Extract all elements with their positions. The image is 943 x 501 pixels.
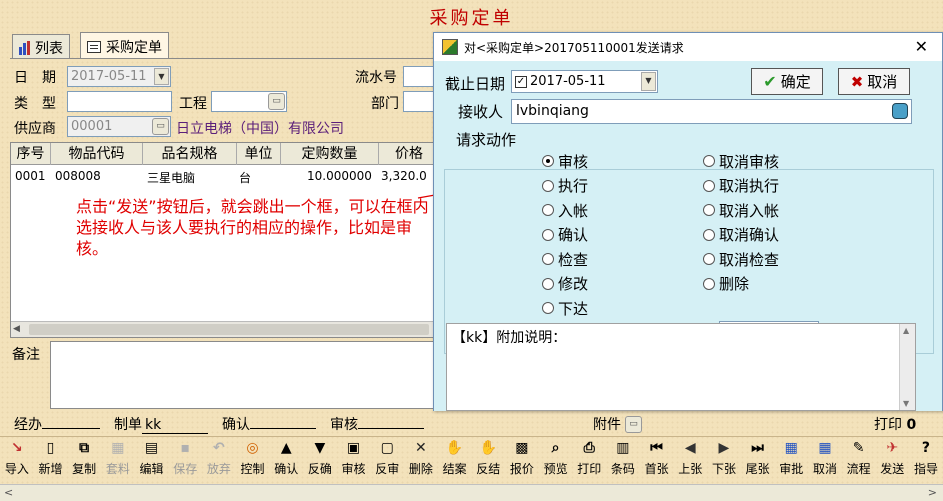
radio-action[interactable]: 修改 xyxy=(542,272,588,297)
radio-action[interactable]: 确认 xyxy=(542,223,588,248)
receiver-label: 接收人 xyxy=(458,103,504,121)
close-icon[interactable]: ✕ xyxy=(915,37,928,56)
confirm-button-label: 确定 xyxy=(780,73,811,91)
radio-button[interactable] xyxy=(703,228,715,241)
note-text: 【kk】附加说明： xyxy=(452,330,567,346)
radio-label: 修改 xyxy=(558,275,589,294)
radio-action[interactable]: 审核 xyxy=(542,149,588,174)
dialog-title: 对<采购定单>201705110001发送请求 xyxy=(464,40,684,55)
radio-action[interactable]: 检查 xyxy=(542,247,588,272)
receiver-field[interactable]: lvbinqiang xyxy=(511,99,912,124)
check-icon: ✔ xyxy=(763,72,777,91)
radio-button[interactable] xyxy=(542,277,554,290)
actions-left-column: 审核执行入帐确认检查修改下达 xyxy=(542,149,588,321)
radio-label: 执行 xyxy=(558,177,589,196)
note-field[interactable]: 【kk】附加说明： ▲ ▼ xyxy=(446,323,916,411)
radio-button[interactable] xyxy=(542,253,554,266)
note-vertical-scrollbar[interactable]: ▲ ▼ xyxy=(899,324,915,410)
radio-action[interactable]: 执行 xyxy=(542,174,588,199)
radio-label: 下达 xyxy=(558,299,589,318)
deadline-field[interactable]: ✓ 2017-05-11 ▼ xyxy=(511,70,658,93)
radio-label: 取消检查 xyxy=(719,250,780,269)
radio-action[interactable]: 取消确认 xyxy=(703,223,779,248)
radio-label: 审核 xyxy=(558,152,589,171)
radio-label: 取消审核 xyxy=(719,152,780,171)
chevron-down-icon[interactable]: ▼ xyxy=(641,72,656,91)
radio-button[interactable] xyxy=(703,204,715,217)
action-group-label: 请求动作 xyxy=(454,129,519,150)
radio-button[interactable] xyxy=(542,302,554,315)
actions-right-column: 取消审核取消执行取消入帐取消确认取消检查删除 xyxy=(703,149,779,296)
x-icon: ✖ xyxy=(850,72,864,91)
radio-action[interactable]: 删除 xyxy=(703,272,779,297)
radio-button[interactable] xyxy=(542,204,554,217)
radio-action[interactable]: 取消执行 xyxy=(703,174,779,199)
radio-label: 入帐 xyxy=(558,201,589,220)
radio-button[interactable] xyxy=(703,155,715,168)
radio-button[interactable] xyxy=(703,179,715,192)
app-icon xyxy=(442,39,458,55)
radio-label: 取消入帐 xyxy=(719,201,780,220)
radio-label: 取消执行 xyxy=(719,177,780,196)
radio-action[interactable]: 取消入帐 xyxy=(703,198,779,223)
select-user-icon[interactable] xyxy=(892,103,908,119)
scroll-up-icon[interactable]: ▲ xyxy=(903,326,909,335)
dialog-titlebar[interactable]: 对<采购定单>201705110001发送请求 ✕ xyxy=(434,33,942,61)
radio-label: 删除 xyxy=(719,275,750,294)
radio-label: 取消确认 xyxy=(719,226,780,245)
deadline-value: 2017-05-11 xyxy=(530,74,606,89)
radio-button[interactable] xyxy=(703,277,715,290)
radio-action[interactable]: 下达 xyxy=(542,296,588,321)
dialog-body: 截止日期 ✓ 2017-05-11 ▼ ✔ 确定 ✖ 取消 接收人 lvbinq… xyxy=(434,61,942,411)
radio-action[interactable]: 取消检查 xyxy=(703,247,779,272)
radio-label: 检查 xyxy=(558,250,589,269)
radio-button[interactable] xyxy=(542,179,554,192)
cancel-button[interactable]: ✖ 取消 xyxy=(838,68,910,95)
checkbox-checked-icon[interactable]: ✓ xyxy=(515,75,527,88)
confirm-button[interactable]: ✔ 确定 xyxy=(751,68,823,95)
radio-action[interactable]: 取消审核 xyxy=(703,149,779,174)
receiver-value: lvbinqiang xyxy=(516,103,589,119)
radio-label: 确认 xyxy=(558,226,589,245)
radio-action[interactable]: 入帐 xyxy=(542,198,588,223)
deadline-label: 截止日期 xyxy=(445,75,506,93)
send-request-dialog[interactable]: 对<采购定单>201705110001发送请求 ✕ 截止日期 ✓ 2017-05… xyxy=(433,32,943,411)
scroll-down-icon[interactable]: ▼ xyxy=(903,399,909,408)
radio-button[interactable] xyxy=(703,253,715,266)
radio-button[interactable] xyxy=(542,228,554,241)
cancel-button-label: 取消 xyxy=(867,73,898,91)
radio-button[interactable] xyxy=(542,155,554,168)
